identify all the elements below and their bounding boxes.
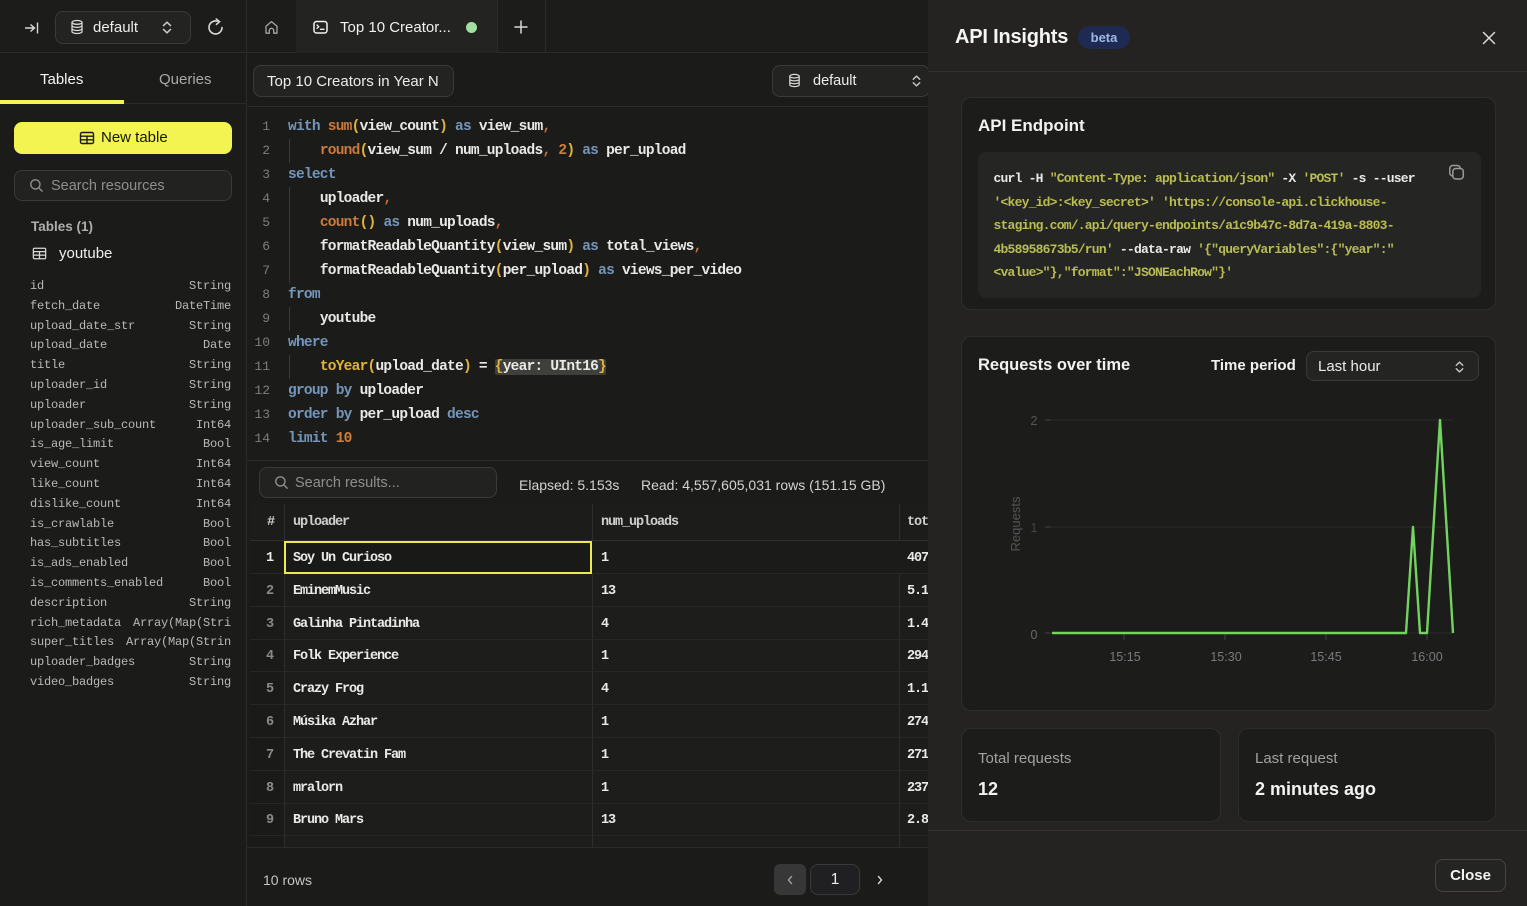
svg-text:15:30: 15:30 bbox=[1210, 650, 1241, 664]
svg-text:1: 1 bbox=[1031, 521, 1038, 535]
svg-text:2: 2 bbox=[1031, 414, 1038, 428]
svg-text:15:45: 15:45 bbox=[1310, 650, 1341, 664]
svg-text:15:15: 15:15 bbox=[1109, 650, 1140, 664]
svg-text:0: 0 bbox=[1031, 628, 1038, 642]
svg-text:16:00: 16:00 bbox=[1411, 650, 1442, 664]
